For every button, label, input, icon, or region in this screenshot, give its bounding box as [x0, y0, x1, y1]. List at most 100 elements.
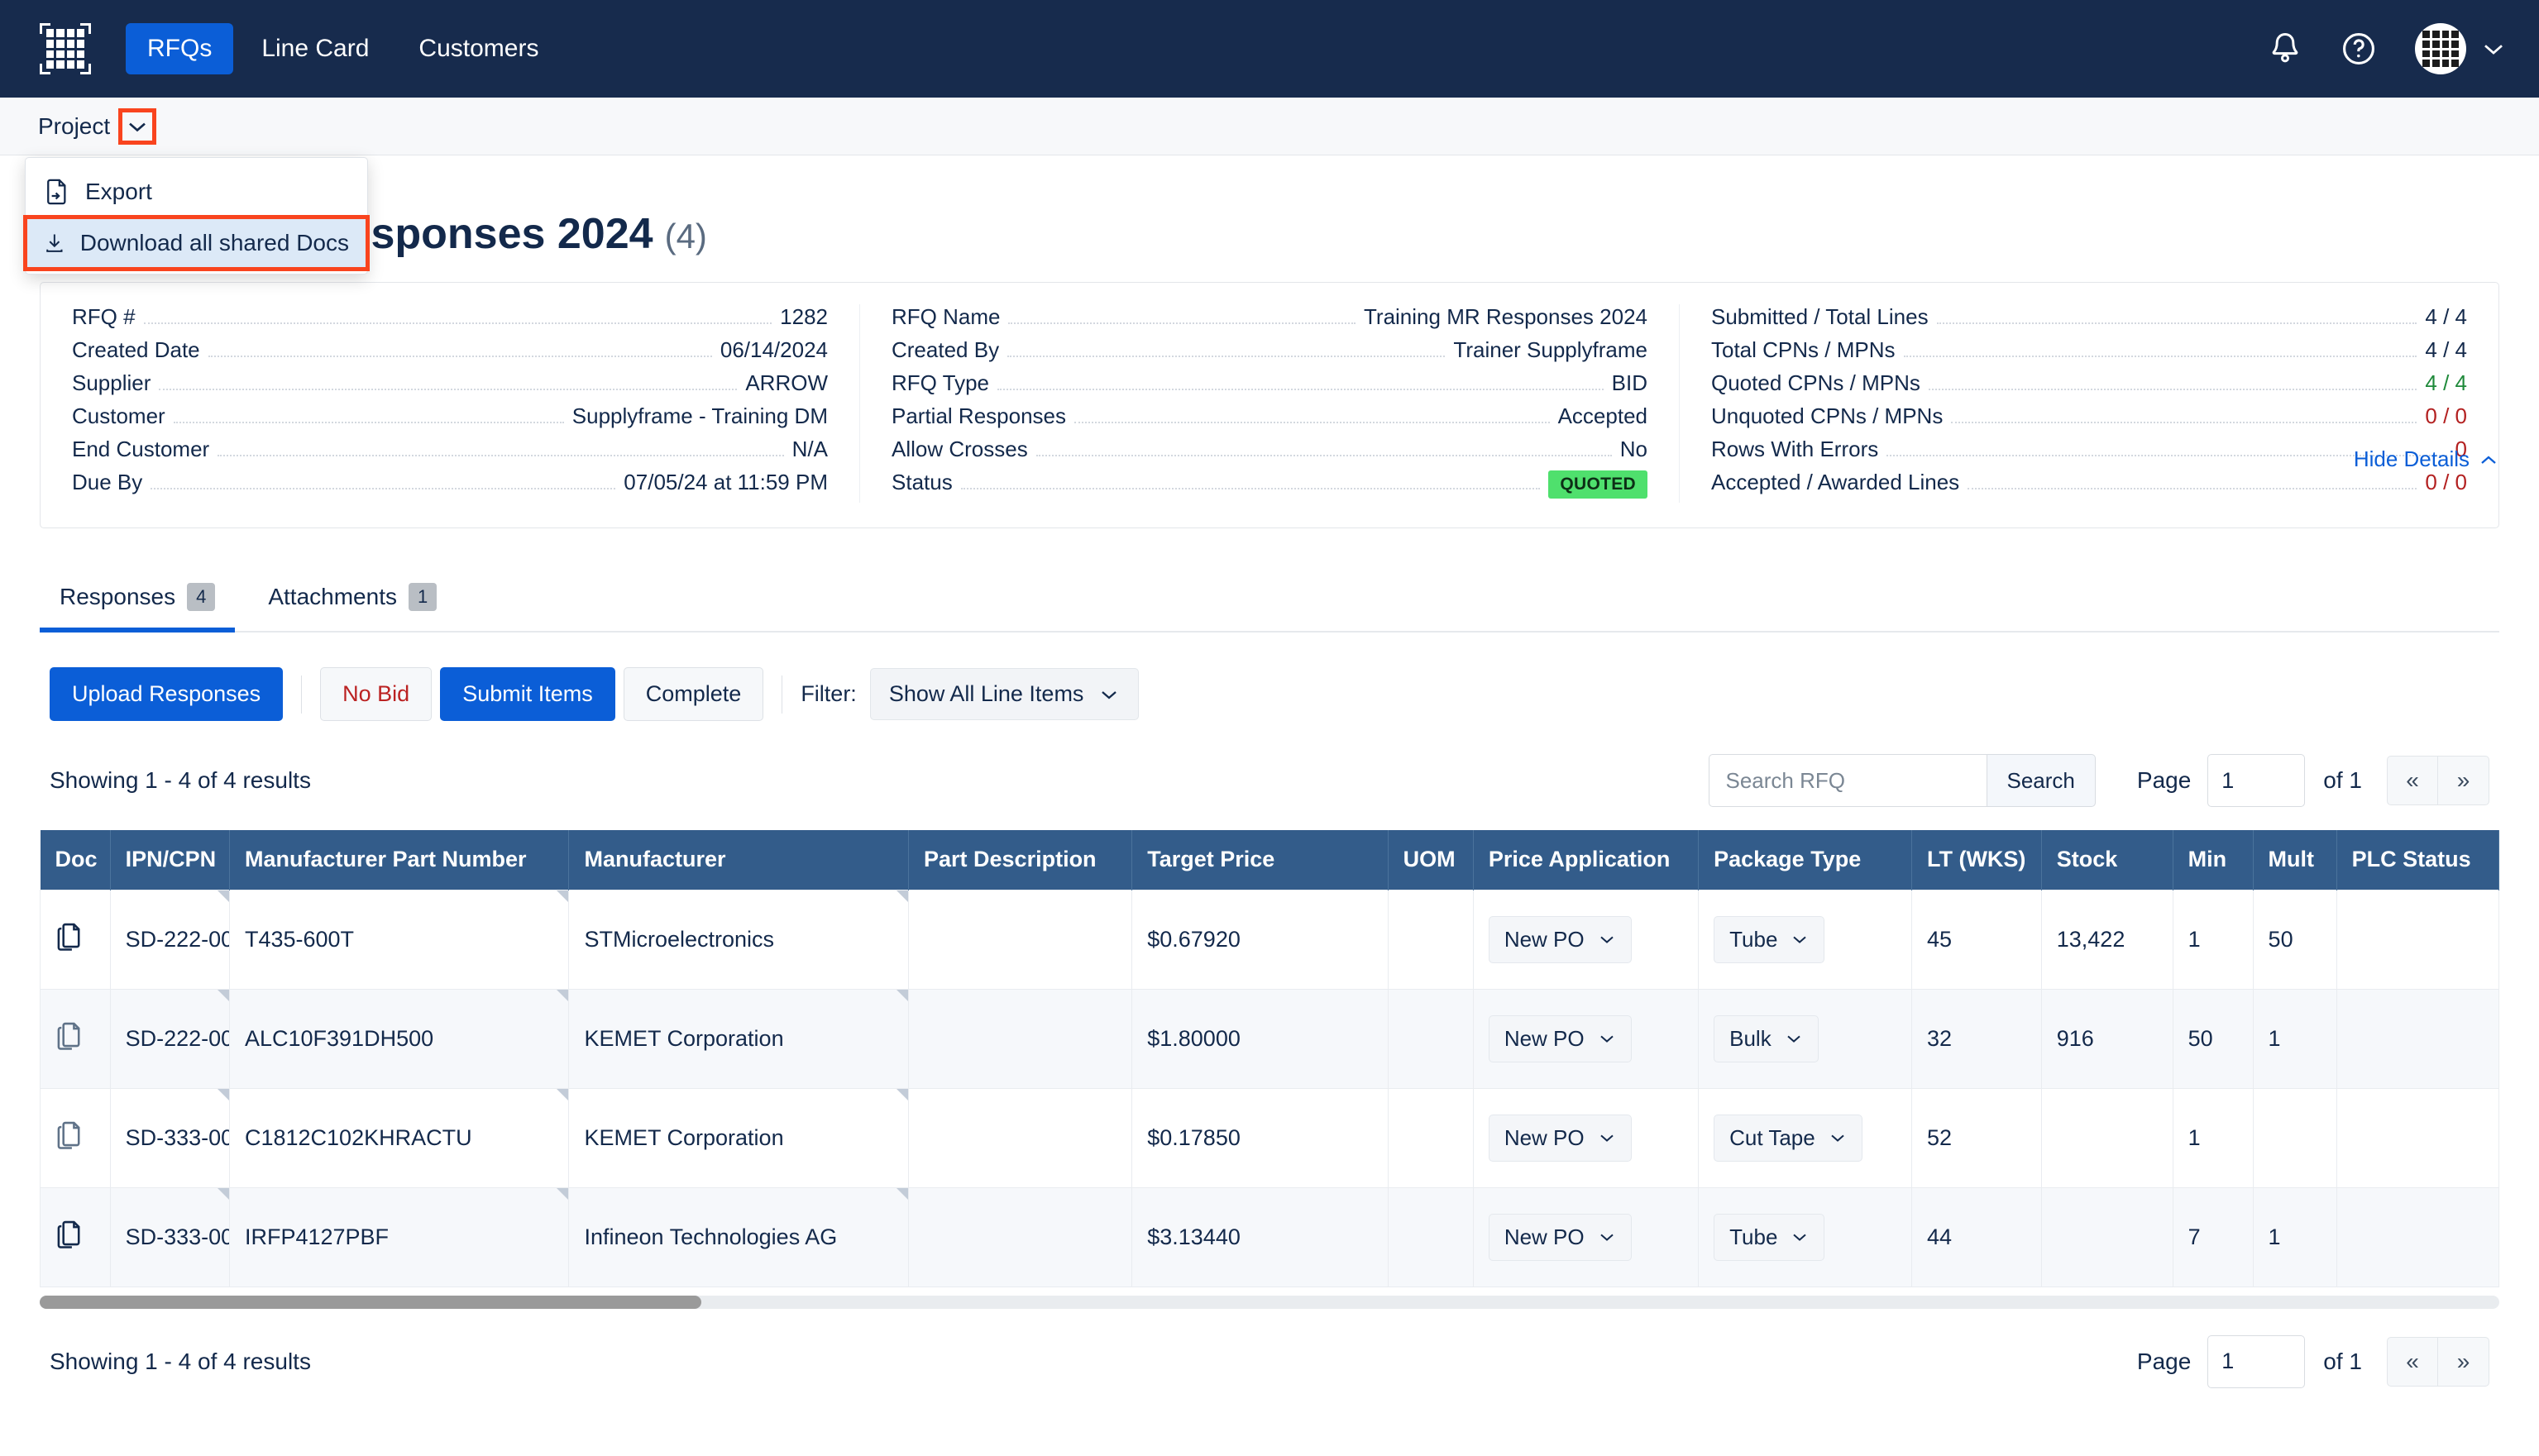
cell-mult[interactable]: 50 — [2252, 889, 2337, 990]
cell-lt-wks[interactable]: 45 — [1910, 889, 2042, 990]
cell-ipn-cpn[interactable]: SD-333-004 — [109, 1087, 230, 1188]
help-question-circle-icon[interactable] — [2341, 31, 2377, 67]
cell-plc-status[interactable] — [2336, 1186, 2499, 1287]
column-header-price-application[interactable]: Price Application — [1473, 830, 1700, 890]
submit-items-button[interactable]: Submit Items — [440, 667, 615, 721]
cell-lt-wks[interactable]: 32 — [1910, 988, 2042, 1089]
package-type-select[interactable]: Tube — [1714, 1213, 1825, 1261]
prev-page-button-top[interactable]: « — [2387, 756, 2438, 805]
prev-page-button-bottom[interactable]: « — [2387, 1336, 2438, 1387]
cell-price-application[interactable]: New PO — [1472, 1087, 1700, 1188]
cell-package-type[interactable]: Cut Tape — [1698, 1087, 1912, 1188]
cell-manufacturer-part-number[interactable]: T435-600T — [228, 889, 570, 990]
package-type-select[interactable]: Bulk — [1714, 1014, 1819, 1062]
upload-responses-button[interactable]: Upload Responses — [50, 667, 284, 721]
cell-min[interactable]: 1 — [2172, 889, 2254, 990]
cell-min[interactable]: 1 — [2172, 1087, 2254, 1188]
cell-package-type[interactable]: Tube — [1698, 1186, 1912, 1287]
copy-document-icon[interactable] — [55, 1020, 84, 1052]
page-number-input-top[interactable] — [2207, 754, 2306, 807]
copy-document-icon[interactable] — [55, 1219, 84, 1250]
column-header-doc[interactable]: Doc — [40, 830, 111, 890]
cell-lt-wks[interactable]: 52 — [1910, 1087, 2042, 1188]
cell-package-type[interactable]: Tube — [1698, 889, 1912, 990]
column-header-stock[interactable]: Stock — [2041, 830, 2173, 890]
nav-item-rfqs[interactable]: RFQs — [126, 23, 234, 74]
cell-mult[interactable]: 1 — [2252, 1186, 2337, 1287]
cell-stock[interactable] — [2040, 1186, 2173, 1287]
cell-plc-status[interactable] — [2336, 1087, 2499, 1188]
cell-target-price[interactable]: $0.67920 — [1131, 889, 1389, 990]
cell-target-price[interactable]: $0.17850 — [1131, 1087, 1389, 1188]
project-dropdown-toggle[interactable] — [118, 107, 157, 145]
cell-uom[interactable] — [1387, 889, 1474, 990]
cell-mult[interactable] — [2252, 1087, 2337, 1188]
cell-part-description[interactable] — [907, 988, 1133, 1089]
price-application-select[interactable]: New PO — [1488, 1114, 1632, 1162]
cell-mult[interactable]: 1 — [2252, 988, 2337, 1089]
cell-incoterms[interactable] — [2498, 889, 2499, 990]
cell-part-description[interactable] — [907, 1087, 1133, 1188]
cell-doc[interactable] — [40, 988, 111, 1089]
cell-ipn-cpn[interactable]: SD-333-005 — [109, 1186, 230, 1287]
cell-stock[interactable]: 916 — [2040, 988, 2173, 1089]
column-header-lt-wks[interactable]: LT (WKS) — [1911, 830, 2042, 890]
cell-manufacturer[interactable]: KEMET Corporation — [568, 1087, 909, 1188]
cell-min[interactable]: 7 — [2172, 1186, 2254, 1287]
cell-stock[interactable]: 13,422 — [2040, 889, 2173, 990]
cell-doc[interactable] — [40, 1087, 111, 1188]
nav-item-line-card[interactable]: Line Card — [240, 23, 390, 74]
cell-part-description[interactable] — [907, 1186, 1133, 1287]
cell-ipn-cpn[interactable]: SD-222-006 — [109, 988, 230, 1089]
cell-lt-wks[interactable]: 44 — [1910, 1186, 2042, 1287]
cell-ipn-cpn[interactable]: SD-222-003 — [109, 889, 230, 990]
cell-doc[interactable] — [40, 1186, 111, 1287]
column-header-min[interactable]: Min — [2173, 830, 2254, 890]
cell-uom[interactable] — [1387, 1186, 1474, 1287]
page-number-input-bottom[interactable] — [2207, 1334, 2306, 1388]
copy-document-icon[interactable] — [55, 921, 84, 952]
hide-details-toggle[interactable]: Hide Details — [2354, 446, 2499, 472]
tab-attachments[interactable]: Attachments 1 — [248, 568, 457, 633]
cell-manufacturer-part-number[interactable]: C1812C102KHRACTU — [228, 1087, 570, 1188]
column-header-plc-status[interactable]: PLC Status — [2336, 830, 2499, 890]
column-header-part-description[interactable]: Part Description — [908, 830, 1133, 890]
column-header-package-type[interactable]: Package Type — [1698, 830, 1912, 890]
search-button[interactable]: Search — [1986, 754, 2096, 807]
column-header-incoterms[interactable]: Incoterms — [2498, 830, 2499, 890]
cell-uom[interactable] — [1387, 1087, 1474, 1188]
next-page-button-top[interactable]: » — [2438, 756, 2489, 805]
menu-item-export[interactable]: Export — [26, 166, 367, 217]
cell-target-price[interactable]: $1.80000 — [1131, 988, 1389, 1089]
scrollbar-thumb[interactable] — [40, 1295, 701, 1309]
column-header-target-price[interactable]: Target Price — [1131, 830, 1389, 890]
cell-incoterms[interactable] — [2498, 1186, 2499, 1287]
complete-button[interactable]: Complete — [623, 667, 764, 721]
copy-document-icon[interactable] — [55, 1119, 84, 1151]
tab-responses[interactable]: Responses 4 — [40, 568, 236, 633]
cell-plc-status[interactable] — [2336, 889, 2499, 990]
app-logo[interactable] — [40, 23, 91, 74]
no-bid-button[interactable]: No Bid — [320, 667, 433, 721]
column-header-manufacturer-part-number[interactable]: Manufacturer Part Number — [229, 830, 570, 890]
cell-price-application[interactable]: New PO — [1472, 988, 1700, 1089]
menu-item-download-all-shared-docs[interactable]: Download all shared Docs — [23, 215, 370, 271]
cell-target-price[interactable]: $3.13440 — [1131, 1186, 1389, 1287]
package-type-select[interactable]: Cut Tape — [1714, 1114, 1862, 1162]
breadcrumb[interactable]: Training MR Responses 2024 — [40, 155, 2499, 201]
cell-package-type[interactable]: Bulk — [1698, 988, 1912, 1089]
column-header-ipn-cpn[interactable]: IPN/CPN — [110, 830, 230, 890]
cell-manufacturer[interactable]: KEMET Corporation — [568, 988, 909, 1089]
cell-price-application[interactable]: New PO — [1472, 1186, 1700, 1287]
notifications-bell-icon[interactable] — [2268, 30, 2302, 68]
next-page-button-bottom[interactable]: » — [2438, 1336, 2489, 1387]
cell-doc[interactable] — [40, 889, 111, 990]
cell-stock[interactable] — [2040, 1087, 2173, 1188]
price-application-select[interactable]: New PO — [1488, 1213, 1632, 1261]
cell-manufacturer[interactable]: Infineon Technologies AG — [568, 1186, 909, 1287]
horizontal-scrollbar[interactable] — [40, 1295, 2499, 1309]
cell-plc-status[interactable] — [2336, 988, 2499, 1089]
cell-manufacturer-part-number[interactable]: ALC10F391DH500 — [228, 988, 570, 1089]
user-menu[interactable] — [2415, 23, 2506, 74]
filter-select[interactable]: Show All Line Items — [869, 668, 1140, 720]
